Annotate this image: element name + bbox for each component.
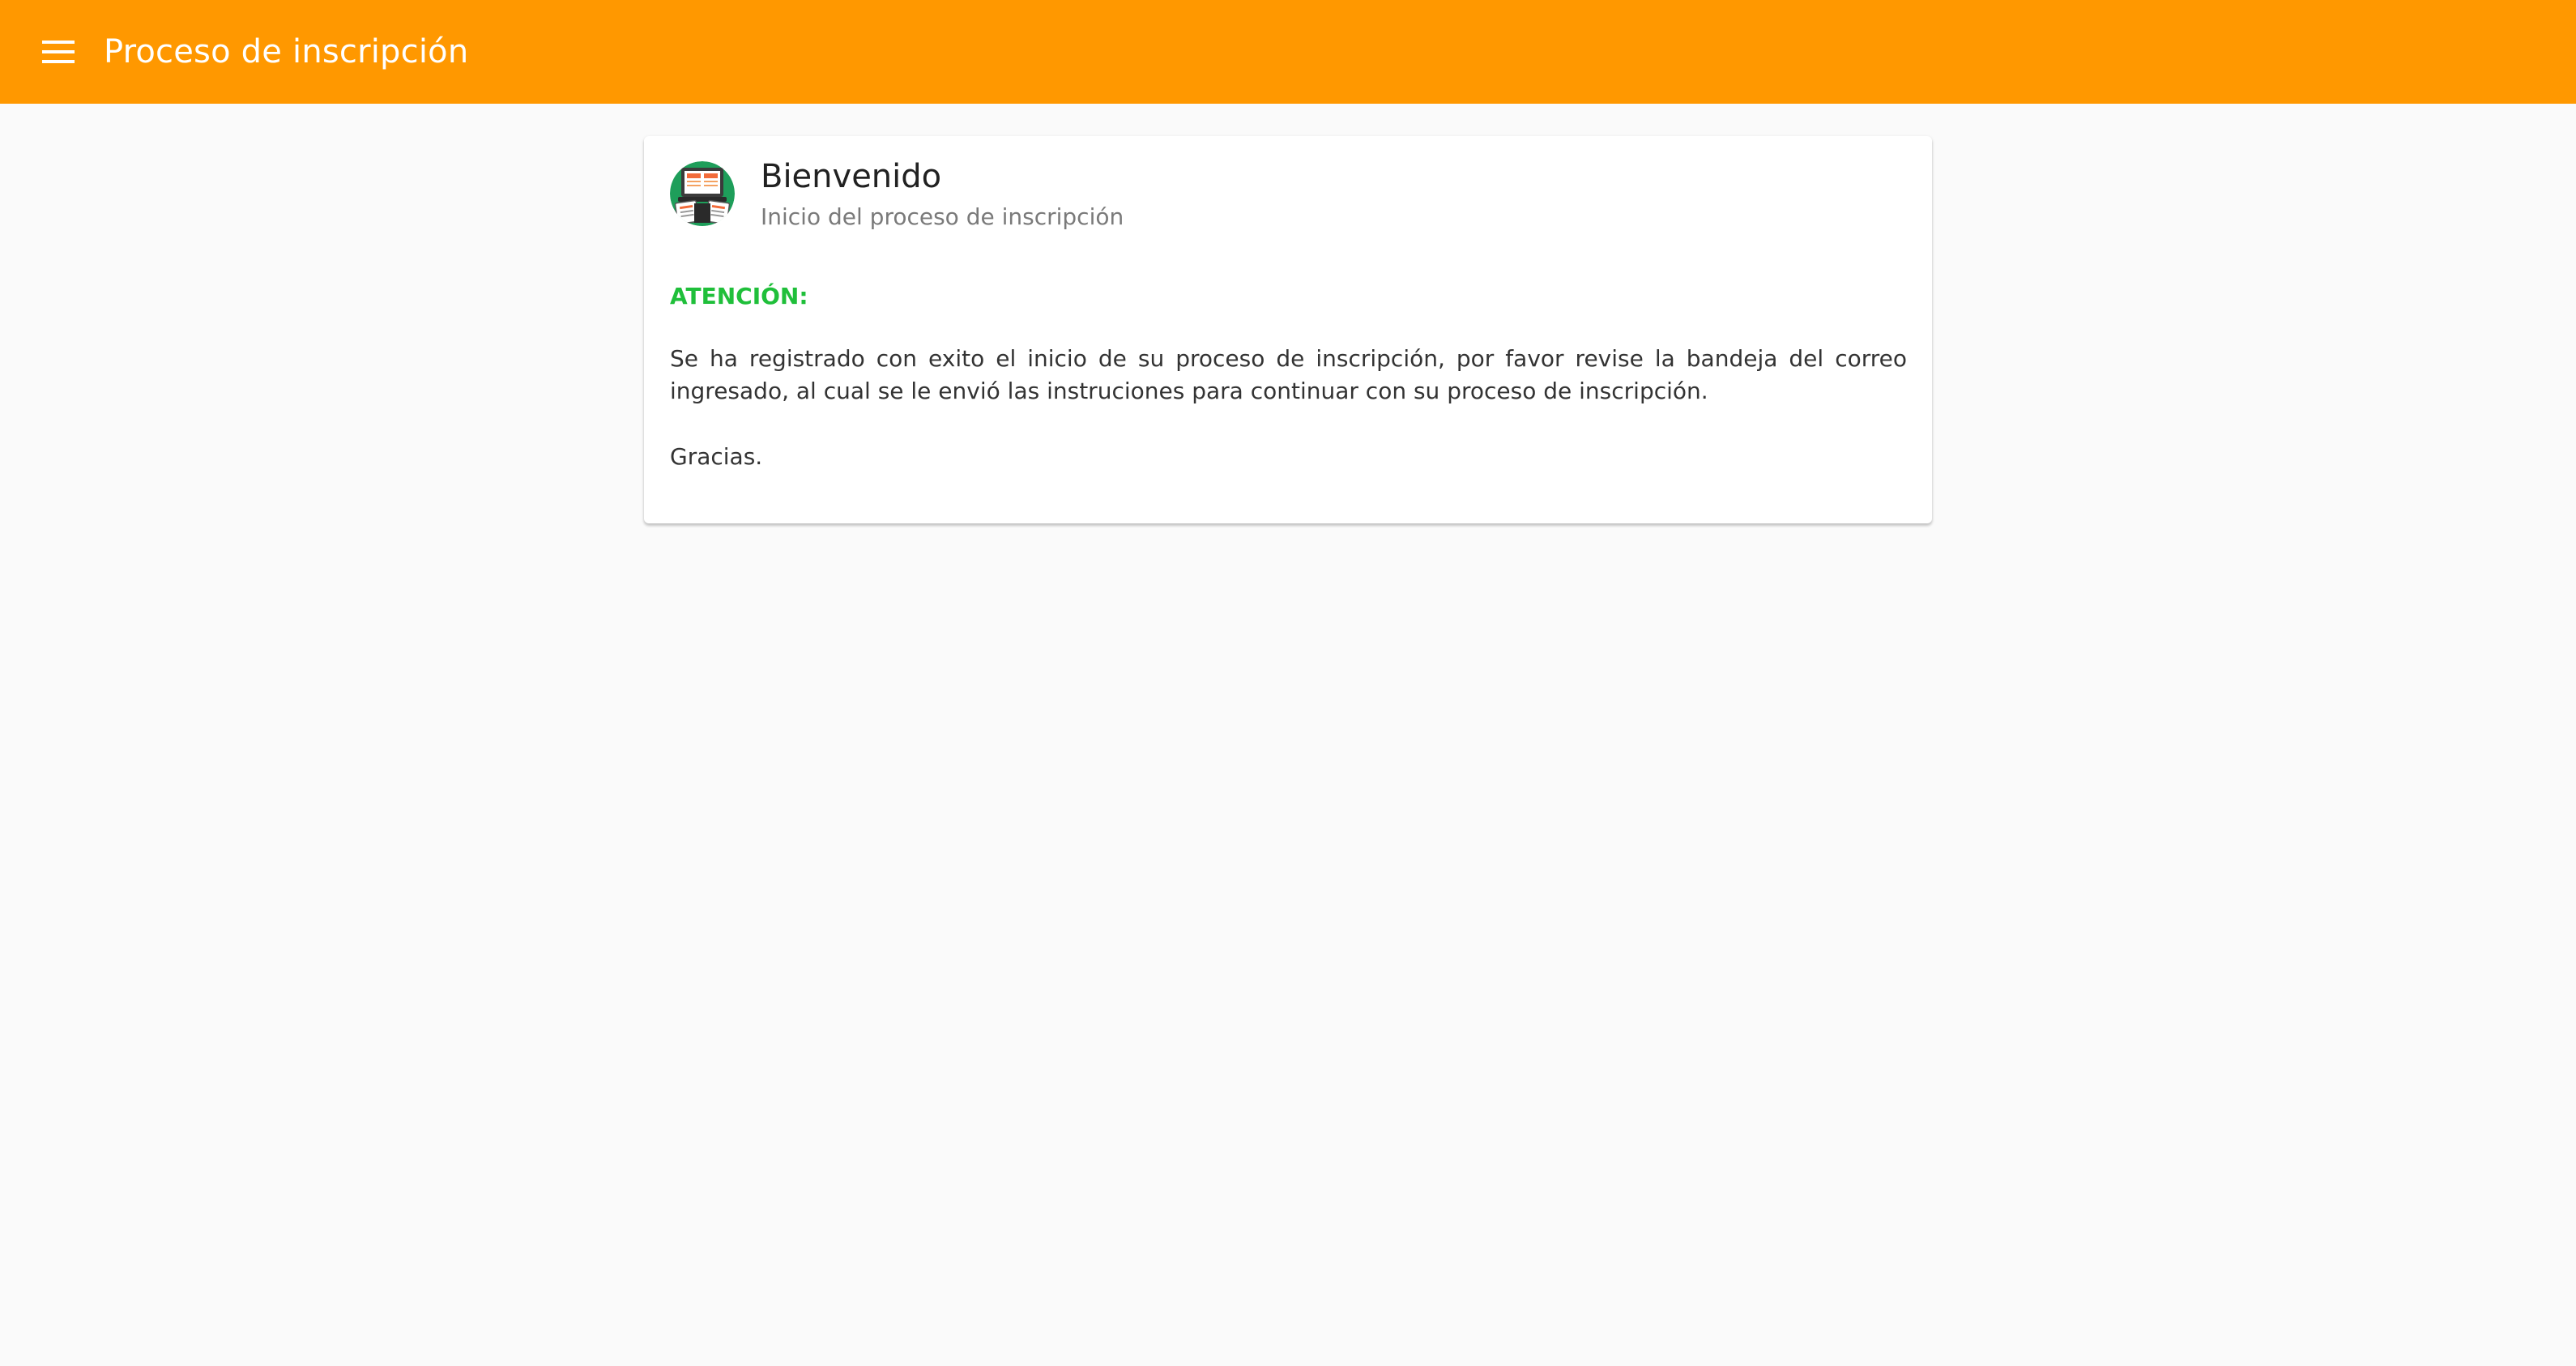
registration-message: Se ha registrado con exito el inicio de … [670,345,1907,404]
closing-text: Gracias. [670,443,763,470]
attention-label: ATENCIÓN: [670,283,808,309]
page-title: Proceso de inscripción [104,33,469,70]
card-title: Bienvenido [761,158,942,195]
avatar [670,161,735,226]
menu-button[interactable] [31,32,86,71]
welcome-card: Bienvenido Inicio del proceso de inscrip… [644,136,1932,523]
card-subtitle: Inicio del proceso de inscripción [761,203,1124,230]
registration-form-icon [670,161,735,226]
top-toolbar: Proceso de inscripción [0,0,2576,104]
menu-icon [42,41,75,63]
